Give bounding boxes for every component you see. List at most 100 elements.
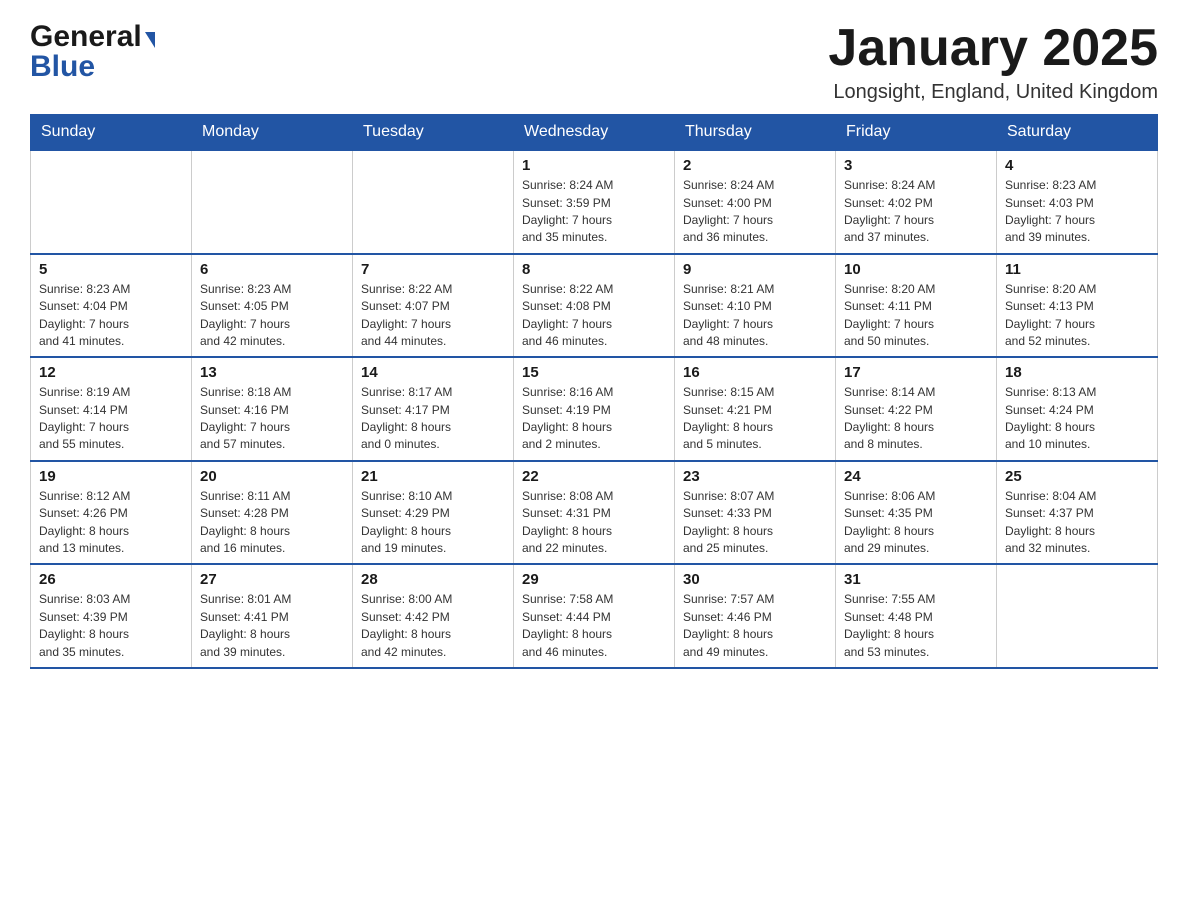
month-title: January 2025 [828,20,1158,77]
day-info: Sunrise: 8:04 AMSunset: 4:37 PMDaylight:… [1005,488,1149,558]
day-number: 24 [844,468,988,485]
table-row: 19Sunrise: 8:12 AMSunset: 4:26 PMDayligh… [31,461,192,565]
day-info: Sunrise: 8:21 AMSunset: 4:10 PMDaylight:… [683,281,827,351]
day-info: Sunrise: 8:12 AMSunset: 4:26 PMDaylight:… [39,488,183,558]
col-tuesday: Tuesday [353,115,514,151]
day-info: Sunrise: 8:03 AMSunset: 4:39 PMDaylight:… [39,591,183,661]
day-number: 31 [844,571,988,588]
day-number: 9 [683,261,827,278]
table-row: 3 Sunrise: 8:24 AMSunset: 4:02 PMDaylight… [836,150,997,254]
table-row: 20 Sunrise: 8:11 AMSunset: 4:28 PMDayligh… [192,461,353,565]
day-info: Sunrise: 7:58 AMSunset: 4:44 PMDaylight:… [522,591,666,661]
table-row: 18Sunrise: 8:13 AMSunset: 4:24 PMDayligh… [997,357,1158,461]
logo: General Blue [30,20,155,84]
day-info: Sunrise: 8:17 AMSunset: 4:17 PMDaylight:… [361,384,505,454]
day-info: Sunrise: 8:20 AMSunset: 4:13 PMDaylight:… [1005,281,1149,351]
day-info: Sunrise: 8:15 AMSunset: 4:21 PMDaylight:… [683,384,827,454]
day-info: Sunrise: 8:22 AMSunset: 4:08 PMDaylight:… [522,281,666,351]
logo-general: General [30,20,142,54]
day-info: Sunrise: 8:19 AMSunset: 4:14 PMDaylight:… [39,384,183,454]
day-number: 7 [361,261,505,278]
day-info: Sunrise: 7:57 AMSunset: 4:46 PMDaylight:… [683,591,827,661]
day-info: Sunrise: 8:11 AMSunset: 4:28 PMDaylight:… [200,488,344,558]
day-number: 8 [522,261,666,278]
table-row: 1 Sunrise: 8:24 AMSunset: 3:59 PMDaylight… [514,150,675,254]
day-number: 11 [1005,261,1149,278]
table-row: 16 Sunrise: 8:15 AMSunset: 4:21 PMDayligh… [675,357,836,461]
col-saturday: Saturday [997,115,1158,151]
day-number: 12 [39,364,183,381]
col-sunday: Sunday [31,115,192,151]
table-row: 7 Sunrise: 8:22 AMSunset: 4:07 PMDaylight… [353,254,514,358]
day-info: Sunrise: 8:22 AMSunset: 4:07 PMDaylight:… [361,281,505,351]
table-row: 21Sunrise: 8:10 AMSunset: 4:29 PMDayligh… [353,461,514,565]
day-info: Sunrise: 8:00 AMSunset: 4:42 PMDaylight:… [361,591,505,661]
day-info: Sunrise: 8:16 AMSunset: 4:19 PMDaylight:… [522,384,666,454]
col-monday: Monday [192,115,353,151]
table-row: 27 Sunrise: 8:01 AMSunset: 4:41 PMDayligh… [192,564,353,668]
table-row: 6Sunrise: 8:23 AMSunset: 4:05 PMDaylight… [192,254,353,358]
table-row: 8 Sunrise: 8:22 AMSunset: 4:08 PMDaylight… [514,254,675,358]
col-wednesday: Wednesday [514,115,675,151]
day-number: 26 [39,571,183,588]
day-info: Sunrise: 8:01 AMSunset: 4:41 PMDaylight:… [200,591,344,661]
day-number: 22 [522,468,666,485]
day-number: 10 [844,261,988,278]
day-number: 13 [200,364,344,381]
table-row: 29 Sunrise: 7:58 AMSunset: 4:44 PMDayligh… [514,564,675,668]
table-row: 11 Sunrise: 8:20 AMSunset: 4:13 PMDayligh… [997,254,1158,358]
calendar-week-row: 1 Sunrise: 8:24 AMSunset: 3:59 PMDaylight… [31,150,1158,254]
calendar-week-row: 19Sunrise: 8:12 AMSunset: 4:26 PMDayligh… [31,461,1158,565]
day-number: 16 [683,364,827,381]
table-row: 12 Sunrise: 8:19 AMSunset: 4:14 PMDayligh… [31,357,192,461]
day-number: 14 [361,364,505,381]
table-row [31,150,192,254]
day-number: 27 [200,571,344,588]
day-number: 15 [522,364,666,381]
logo-arrow-icon [145,32,155,48]
day-info: Sunrise: 8:24 AMSunset: 4:00 PMDaylight:… [683,177,827,247]
table-row [192,150,353,254]
table-row: 10Sunrise: 8:20 AMSunset: 4:11 PMDayligh… [836,254,997,358]
day-info: Sunrise: 8:24 AMSunset: 4:02 PMDaylight:… [844,177,988,247]
day-number: 25 [1005,468,1149,485]
day-number: 21 [361,468,505,485]
day-number: 6 [200,261,344,278]
table-row: 9 Sunrise: 8:21 AMSunset: 4:10 PMDaylight… [675,254,836,358]
day-info: Sunrise: 8:24 AMSunset: 3:59 PMDaylight:… [522,177,666,247]
day-info: Sunrise: 8:23 AMSunset: 4:03 PMDaylight:… [1005,177,1149,247]
table-row: 15 Sunrise: 8:16 AMSunset: 4:19 PMDayligh… [514,357,675,461]
title-section: January 2025 Longsight, England, United … [828,20,1158,104]
day-info: Sunrise: 8:07 AMSunset: 4:33 PMDaylight:… [683,488,827,558]
table-row: 5 Sunrise: 8:23 AMSunset: 4:04 PMDaylight… [31,254,192,358]
calendar-week-row: 12 Sunrise: 8:19 AMSunset: 4:14 PMDayligh… [31,357,1158,461]
table-row: 17Sunrise: 8:14 AMSunset: 4:22 PMDayligh… [836,357,997,461]
day-number: 4 [1005,157,1149,174]
day-number: 30 [683,571,827,588]
day-number: 5 [39,261,183,278]
day-number: 20 [200,468,344,485]
table-row: 14 Sunrise: 8:17 AMSunset: 4:17 PMDayligh… [353,357,514,461]
day-number: 1 [522,157,666,174]
calendar-header-row: Sunday Monday Tuesday Wednesday Thursday… [31,115,1158,151]
day-number: 2 [683,157,827,174]
calendar-week-row: 5 Sunrise: 8:23 AMSunset: 4:04 PMDaylight… [31,254,1158,358]
table-row: 24Sunrise: 8:06 AMSunset: 4:35 PMDayligh… [836,461,997,565]
location: Longsight, England, United Kingdom [828,81,1158,104]
day-info: Sunrise: 8:23 AMSunset: 4:04 PMDaylight:… [39,281,183,351]
table-row: 13 Sunrise: 8:18 AMSunset: 4:16 PMDayligh… [192,357,353,461]
page-header: General Blue January 2025 Longsight, Eng… [30,20,1158,104]
table-row: 25 Sunrise: 8:04 AMSunset: 4:37 PMDayligh… [997,461,1158,565]
table-row [997,564,1158,668]
day-number: 3 [844,157,988,174]
table-row: 4 Sunrise: 8:23 AMSunset: 4:03 PMDaylight… [997,150,1158,254]
table-row [353,150,514,254]
day-info: Sunrise: 8:13 AMSunset: 4:24 PMDaylight:… [1005,384,1149,454]
table-row: 22 Sunrise: 8:08 AMSunset: 4:31 PMDayligh… [514,461,675,565]
day-info: Sunrise: 8:18 AMSunset: 4:16 PMDaylight:… [200,384,344,454]
table-row: 28Sunrise: 8:00 AMSunset: 4:42 PMDayligh… [353,564,514,668]
day-number: 29 [522,571,666,588]
day-info: Sunrise: 8:08 AMSunset: 4:31 PMDaylight:… [522,488,666,558]
day-number: 17 [844,364,988,381]
table-row: 2 Sunrise: 8:24 AMSunset: 4:00 PMDaylight… [675,150,836,254]
